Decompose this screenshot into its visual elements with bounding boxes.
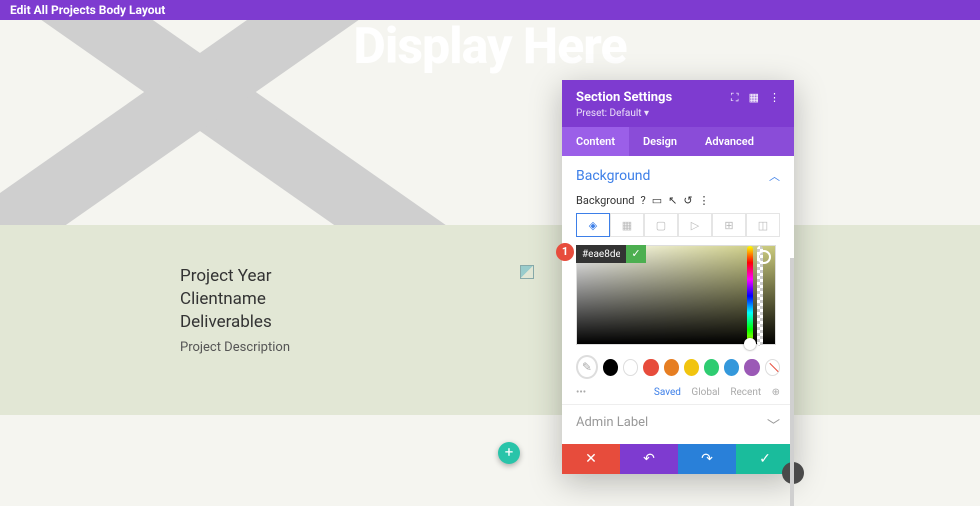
panel-header[interactable]: Section Settings ⛶ ▦ ⋮ Preset: Default ▾ [562, 80, 794, 127]
alpha-slider[interactable] [757, 246, 763, 346]
swatch-row: ✎ [576, 355, 780, 379]
reset-icon[interactable]: ↺ [683, 194, 692, 207]
panel-tabs: Content Design Advanced [562, 127, 794, 156]
hero-title: Display Here [0, 18, 980, 76]
broken-image-icon [520, 265, 534, 279]
more-dots-icon[interactable]: ••• [576, 387, 586, 398]
background-type-tabs: ◈ ▦ ▢ ▷ ⊞ ◫ [576, 213, 780, 237]
bg-type-color[interactable]: ◈ [576, 213, 610, 237]
color-picker: 1 ✓ ✎ [576, 245, 780, 398]
saved-link[interactable]: Saved [654, 387, 681, 398]
bg-type-image[interactable]: ▢ [644, 213, 678, 237]
kebab-icon[interactable]: ⋮ [769, 91, 780, 105]
hover-icon[interactable]: ↖ [668, 194, 677, 207]
tab-advanced[interactable]: Advanced [691, 127, 768, 156]
admin-label-section[interactable]: Admin Label ﹀ [562, 404, 794, 444]
bg-type-mask[interactable]: ◫ [746, 213, 780, 237]
hex-input[interactable] [576, 245, 626, 263]
cancel-button[interactable]: ✕ [562, 444, 620, 474]
background-field-label: Background [576, 194, 634, 207]
grid-icon[interactable]: ▦ [749, 91, 759, 105]
bg-type-video[interactable]: ▷ [678, 213, 712, 237]
annotation-step-1: 1 [556, 243, 574, 261]
swatch-purple[interactable] [744, 359, 759, 376]
eyedropper-button[interactable]: ✎ [576, 355, 598, 379]
expand-icon[interactable]: ⛶ [731, 91, 739, 105]
bg-type-pattern[interactable]: ⊞ [712, 213, 746, 237]
background-section-title[interactable]: Background [576, 168, 650, 184]
panel-footer: ✕ ↶ ↷ ✓ [562, 444, 794, 474]
add-section-button[interactable]: + [498, 442, 520, 464]
swatch-none[interactable] [765, 359, 780, 376]
bg-type-gradient[interactable]: ▦ [610, 213, 644, 237]
panel-title: Section Settings [576, 90, 672, 105]
more-icon[interactable]: ⋮ [699, 194, 710, 207]
help-icon[interactable]: ? [640, 194, 645, 207]
swatch-black[interactable] [603, 359, 618, 376]
settings-panel: Section Settings ⛶ ▦ ⋮ Preset: Default ▾… [562, 80, 794, 474]
scrollbar[interactable] [790, 258, 794, 506]
tab-content[interactable]: Content [562, 127, 629, 156]
add-swatch-icon[interactable]: ⊕ [772, 387, 780, 398]
responsive-icon[interactable]: ▭ [652, 194, 662, 207]
top-bar: Edit All Projects Body Layout [0, 0, 980, 20]
swatch-red[interactable] [643, 359, 658, 376]
panel-body: Background ︿ Background ? ▭ ↖ ↺ ⋮ ◈ ▦ ▢ … [562, 156, 794, 404]
swatch-blue[interactable] [724, 359, 739, 376]
undo-button[interactable]: ↶ [620, 444, 678, 474]
global-link[interactable]: Global [691, 387, 719, 398]
swatch-green[interactable] [704, 359, 719, 376]
hue-slider[interactable] [747, 246, 753, 346]
chevron-up-icon[interactable]: ︿ [769, 168, 780, 184]
top-bar-title: Edit All Projects Body Layout [10, 3, 165, 17]
admin-label-title: Admin Label [576, 415, 648, 434]
tab-design[interactable]: Design [629, 127, 691, 156]
hex-confirm-button[interactable]: ✓ [626, 245, 646, 263]
redo-button[interactable]: ↷ [678, 444, 736, 474]
swatch-white[interactable] [623, 359, 638, 376]
chevron-down-icon: ﹀ [767, 415, 780, 434]
project-section: Project Year Clientname Deliverables Pro… [0, 225, 980, 415]
swatch-yellow[interactable] [684, 359, 699, 376]
swatch-orange[interactable] [664, 359, 679, 376]
recent-link[interactable]: Recent [730, 387, 761, 398]
preset-label[interactable]: Preset: Default ▾ [576, 108, 780, 119]
